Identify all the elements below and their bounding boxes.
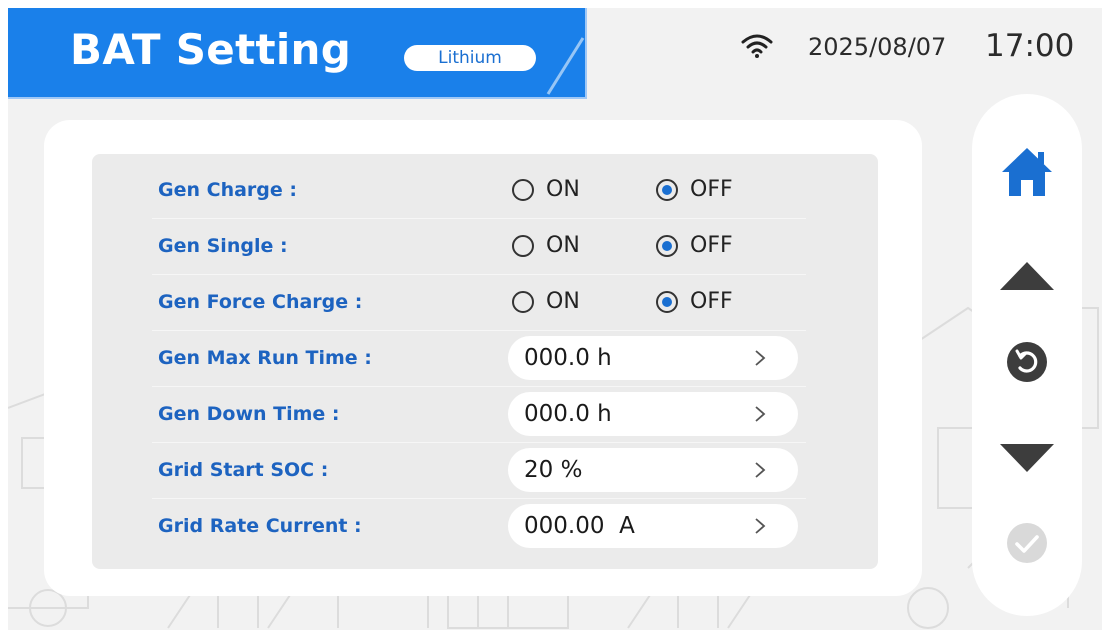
back-icon[interactable] [1006,341,1048,383]
gen-max-run-time-field[interactable]: 000.0 h [508,336,798,380]
radio-circle [512,179,534,201]
setting-row-grid-start-soc: Grid Start SOC : 20 % [152,442,806,499]
setting-label: Gen Charge : [158,179,297,201]
grid-rate-current-field[interactable]: 000.00 A [508,504,798,548]
radio-label: OFF [690,233,733,258]
radio-circle [656,291,678,313]
chevron-right-icon [755,350,766,366]
battery-type-badge: Lithium [404,45,536,71]
setting-label: Gen Max Run Time : [158,347,372,369]
field-value: 000.0 h [524,401,612,427]
page-title: BAT Setting [70,25,352,74]
radio-circle [512,291,534,313]
radio-label: OFF [690,177,733,202]
chevron-right-icon [755,462,766,478]
home-icon[interactable] [1000,146,1054,198]
arrow-down-icon[interactable] [998,442,1056,474]
setting-label: Grid Start SOC : [158,459,329,481]
setting-row-gen-single: Gen Single : ON OFF [152,218,806,275]
setting-row-gen-max-run-time: Gen Max Run Time : 000.0 h [152,330,806,387]
device-screen: BAT Setting Lithium 2025/08/07 17:00 Gen… [8,8,1102,630]
radio-label: ON [546,289,580,314]
time-display: 17:00 [985,28,1075,64]
gen-down-time-field[interactable]: 000.0 h [508,392,798,436]
radio-circle [656,179,678,201]
arrow-up-icon[interactable] [998,260,1056,292]
grid-start-soc-field[interactable]: 20 % [508,448,798,492]
setting-row-gen-charge: Gen Charge : ON OFF [152,162,806,219]
setting-row-gen-force-charge: Gen Force Charge : ON OFF [152,274,806,331]
setting-row-gen-down-time: Gen Down Time : 000.0 h [152,386,806,443]
date-display: 2025/08/07 [808,33,947,61]
field-value: 000.0 h [524,345,612,371]
confirm-icon[interactable] [1006,522,1048,564]
setting-label: Gen Force Charge : [158,291,363,313]
setting-label: Gen Down Time : [158,403,340,425]
radio-circle [512,235,534,257]
setting-label: Grid Rate Current : [158,515,362,537]
chevron-right-icon [755,518,766,534]
field-value: 20 % [524,457,583,483]
radio-label: ON [546,233,580,258]
wifi-icon [741,34,773,58]
setting-row-grid-rate-current: Grid Rate Current : 000.00 A [152,498,806,554]
side-navigation [972,94,1082,616]
radio-label: ON [546,177,580,202]
setting-label: Gen Single : [158,235,288,257]
radio-circle [656,235,678,257]
chevron-right-icon [755,406,766,422]
radio-label: OFF [690,289,733,314]
field-value: 000.00 A [524,513,635,539]
